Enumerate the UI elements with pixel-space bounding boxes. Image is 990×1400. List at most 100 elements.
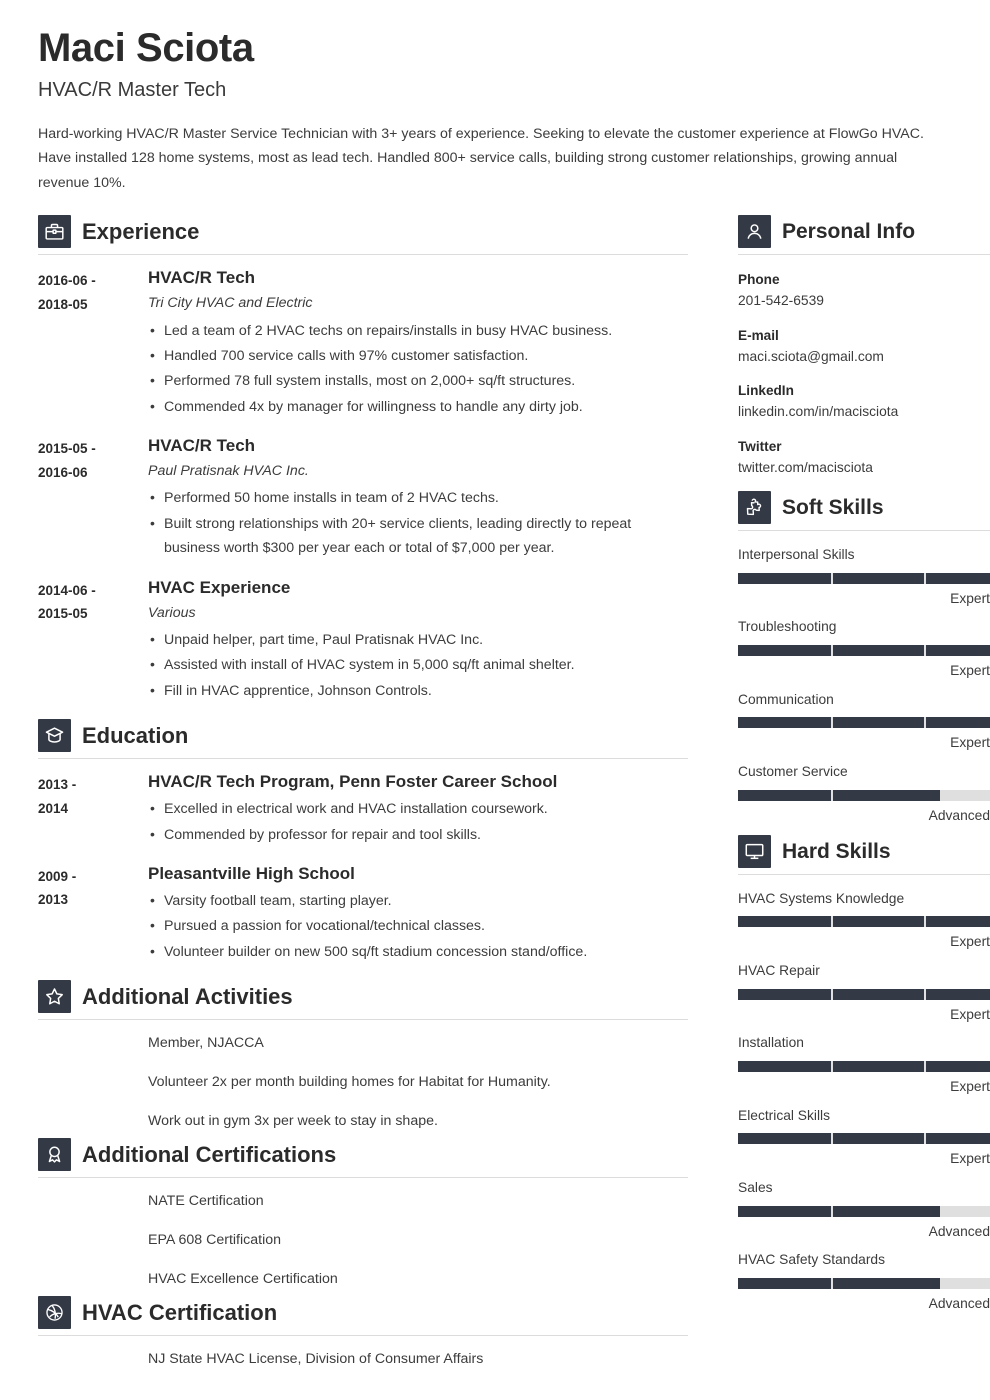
section-education: Education 2013 - 2014 HVAC/R Tech Progra… [38,719,688,965]
education-entry: 2013 - 2014 HVAC/R Tech Program, Penn Fo… [38,771,688,848]
list-item: NATE Certification [148,1193,264,1210]
list-item: Volunteer 2x per month building homes fo… [148,1073,551,1090]
skill-row: Customer Service Advanced [738,762,990,826]
section-header-experience: Experience [38,215,688,254]
section-header-additional-certifications: Additional Certifications [38,1138,688,1177]
section-hvac-certification: HVAC Certification NJ State HVAC License… [38,1296,688,1371]
date-from: 2016-06 - [38,273,96,289]
bullet-item: Volunteer builder on new 500 sq/ft stadi… [148,939,688,964]
skill-level: Expert [950,1006,990,1022]
skill-row: Troubleshooting Expert [738,617,990,681]
professional-summary: Hard-working HVAC/R Master Service Techn… [38,126,924,191]
entry-organization: Various [148,604,196,621]
award-ribbon-icon [38,1138,71,1172]
experience-entry: 2014-06 - 2015-05 HVAC Experience Variou… [38,577,688,705]
skill-bar-fill [738,1205,940,1217]
info-label: E-mail [738,327,779,343]
skill-name: Communication [738,691,834,707]
skill-name: HVAC Repair [738,962,820,978]
skill-row: HVAC Safety Standards Advanced [738,1250,990,1314]
entry-bullets: Varsity football team, starting player. … [148,888,688,964]
entry-body: HVAC/R Tech Paul Pratisnak HVAC Inc. Per… [148,435,688,562]
skill-level: Expert [950,663,990,679]
list-item: Member, NJACCA [148,1035,264,1052]
section-header-education: Education [38,719,688,758]
graduation-cap-icon [38,719,71,753]
skill-row: Installation Expert [738,1033,990,1097]
bullet-item: Pursued a passion for vocational/technic… [148,913,688,938]
date-from: 2014-06 - [38,582,96,598]
skill-bar [738,572,990,584]
activities-list: Member, NJACCA Volunteer 2x per month bu… [38,1032,688,1132]
divider-personal-info [738,254,990,256]
info-email: E-mail maci.sciota@gmail.com [738,325,990,367]
resume-page: Maci Sciota HVAC/R Master Tech Hard-work… [0,0,990,1400]
section-header-additional-activities: Additional Activities [38,980,688,1019]
entry-title: HVAC/R Tech [148,268,256,288]
skill-bar-fill [738,717,990,729]
section-hard-skills: Hard Skills HVAC Systems Knowledge Exper… [738,834,990,1315]
date-from: 2015-05 - [38,441,96,457]
divider-education [38,758,688,760]
skill-level: Advanced [928,1223,990,1239]
info-value[interactable]: twitter.com/macisciota [738,457,990,478]
skill-bar-fill [738,572,990,584]
skill-bar [738,1060,990,1072]
section-title-additional-certifications: Additional Certifications [82,1141,337,1167]
skill-level: Expert [950,934,990,950]
candidate-job-title: HVAC/R Master Tech [38,79,227,101]
info-label: LinkedIn [738,383,794,399]
entry-bullets: Excelled in electrical work and HVAC ins… [148,796,688,847]
divider-soft-skills [738,530,990,532]
section-title-education: Education [82,722,189,748]
section-soft-skills: Soft Skills Interpersonal Skills Expert … [738,491,990,827]
entry-title: HVAC Experience [148,577,291,597]
entry-title: HVAC/R Tech [148,436,256,456]
list-item: EPA 608 Certification [148,1232,282,1249]
section-header-hvac-certification: HVAC Certification [38,1296,688,1335]
section-title-hvac-certification: HVAC Certification [82,1299,278,1325]
entry-organization: Paul Pratisnak HVAC Inc. [148,463,309,480]
divider-experience [38,254,688,256]
briefcase-icon [38,215,71,249]
section-additional-certifications: Additional Certifications NATE Certifica… [38,1138,688,1290]
skill-bar-fill [738,645,990,657]
skill-level: Expert [950,590,990,606]
section-header-personal-info: Personal Info [738,215,990,254]
bullet-item: Performed 50 home installs in team of 2 … [148,485,688,510]
skill-bar-fill [738,988,990,1000]
info-label: Phone [738,272,780,288]
info-value[interactable]: linkedin.com/in/macisciota [738,401,990,422]
entry-title: Pleasantville High School [148,863,355,883]
star-icon [38,980,71,1014]
info-value[interactable]: maci.sciota@gmail.com [738,346,990,367]
divider-hard-skills [738,873,990,875]
bullet-item: Fill in HVAC apprentice, Johnson Control… [148,678,688,703]
section-title-soft-skills: Soft Skills [782,496,884,520]
education-entry: 2009 - 2013 Pleasantville High School Va… [38,863,688,965]
bullet-item: Commended 4x by manager for willingness … [148,394,688,419]
entry-dates: 2015-05 - 2016-06 [38,435,148,562]
certifications-list: NATE Certification EPA 608 Certification… [38,1190,688,1290]
date-to: 2015-05 [38,606,88,622]
section-additional-activities: Additional Activities Member, NJACCA Vol… [38,980,688,1132]
skill-bar [738,1133,990,1145]
skill-name: Troubleshooting [738,619,837,635]
list-item: NJ State HVAC License, Division of Consu… [148,1351,484,1368]
candidate-name: Maci Sciota [38,26,254,70]
fan-ball-icon [38,1296,71,1330]
info-value[interactable]: 201-542-6539 [738,290,990,311]
experience-entry: 2016-06 - 2018-05 HVAC/R Tech Tri City H… [38,267,688,420]
skill-bar-fill [738,1060,990,1072]
entry-dates: 2016-06 - 2018-05 [38,267,148,420]
skill-row: Electrical Skills Expert [738,1106,990,1170]
skill-level: Expert [950,1151,990,1167]
experience-entry: 2015-05 - 2016-06 HVAC/R Tech Paul Prati… [38,435,688,562]
info-twitter: Twitter twitter.com/macisciota [738,436,990,478]
entry-dates: 2013 - 2014 [38,771,148,848]
skill-level: Advanced [928,807,990,823]
left-column: Experience 2016-06 - 2018-05 HVAC/R Tech… [38,215,688,1377]
skill-bar [738,916,990,928]
skill-name: HVAC Systems Knowledge [738,890,905,906]
bullet-item: Handled 700 service calls with 97% custo… [148,343,688,368]
